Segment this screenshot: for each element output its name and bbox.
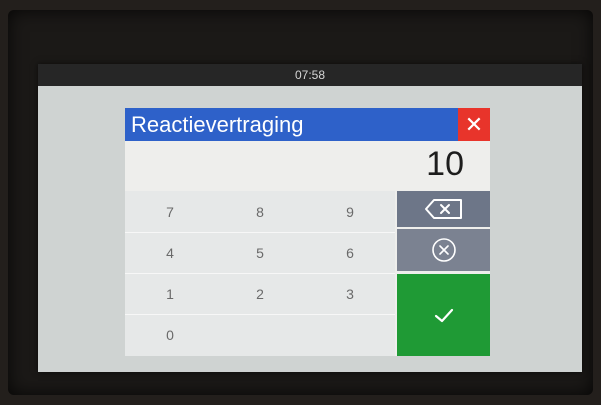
key-2[interactable]: 2 <box>215 273 305 314</box>
key-8[interactable]: 8 <box>215 191 305 232</box>
key-3[interactable]: 3 <box>305 273 395 314</box>
touch-screen: 07:58 Reactievertraging ✕ 10 7 8 9 4 5 6… <box>38 64 582 372</box>
value-display: 10 <box>426 145 464 183</box>
key-9[interactable]: 9 <box>305 191 395 232</box>
close-button[interactable]: ✕ <box>458 108 490 141</box>
clear-button[interactable] <box>397 229 490 271</box>
numeric-input-dialog: Reactievertraging ✕ 10 7 8 9 4 5 6 1 2 3… <box>125 108 490 356</box>
confirm-button[interactable] <box>397 274 490 356</box>
key-6[interactable]: 6 <box>305 232 395 273</box>
status-bar: 07:58 <box>38 64 582 86</box>
key-5[interactable]: 5 <box>215 232 305 273</box>
key-4[interactable]: 4 <box>125 232 215 273</box>
key-0[interactable]: 0 <box>125 314 215 355</box>
key-7[interactable]: 7 <box>125 191 215 232</box>
dialog-title-bar: Reactievertraging ✕ <box>125 108 490 141</box>
backspace-button[interactable] <box>397 191 490 227</box>
key-1[interactable]: 1 <box>125 273 215 314</box>
close-icon: ✕ <box>464 111 484 137</box>
clear-circle-icon <box>431 238 456 262</box>
backspace-icon <box>424 199 462 219</box>
dialog-title: Reactievertraging <box>131 112 304 137</box>
checkmark-icon <box>434 308 453 323</box>
number-keypad: 7 8 9 4 5 6 1 2 3 0 <box>125 191 395 356</box>
status-time: 07:58 <box>294 68 326 82</box>
